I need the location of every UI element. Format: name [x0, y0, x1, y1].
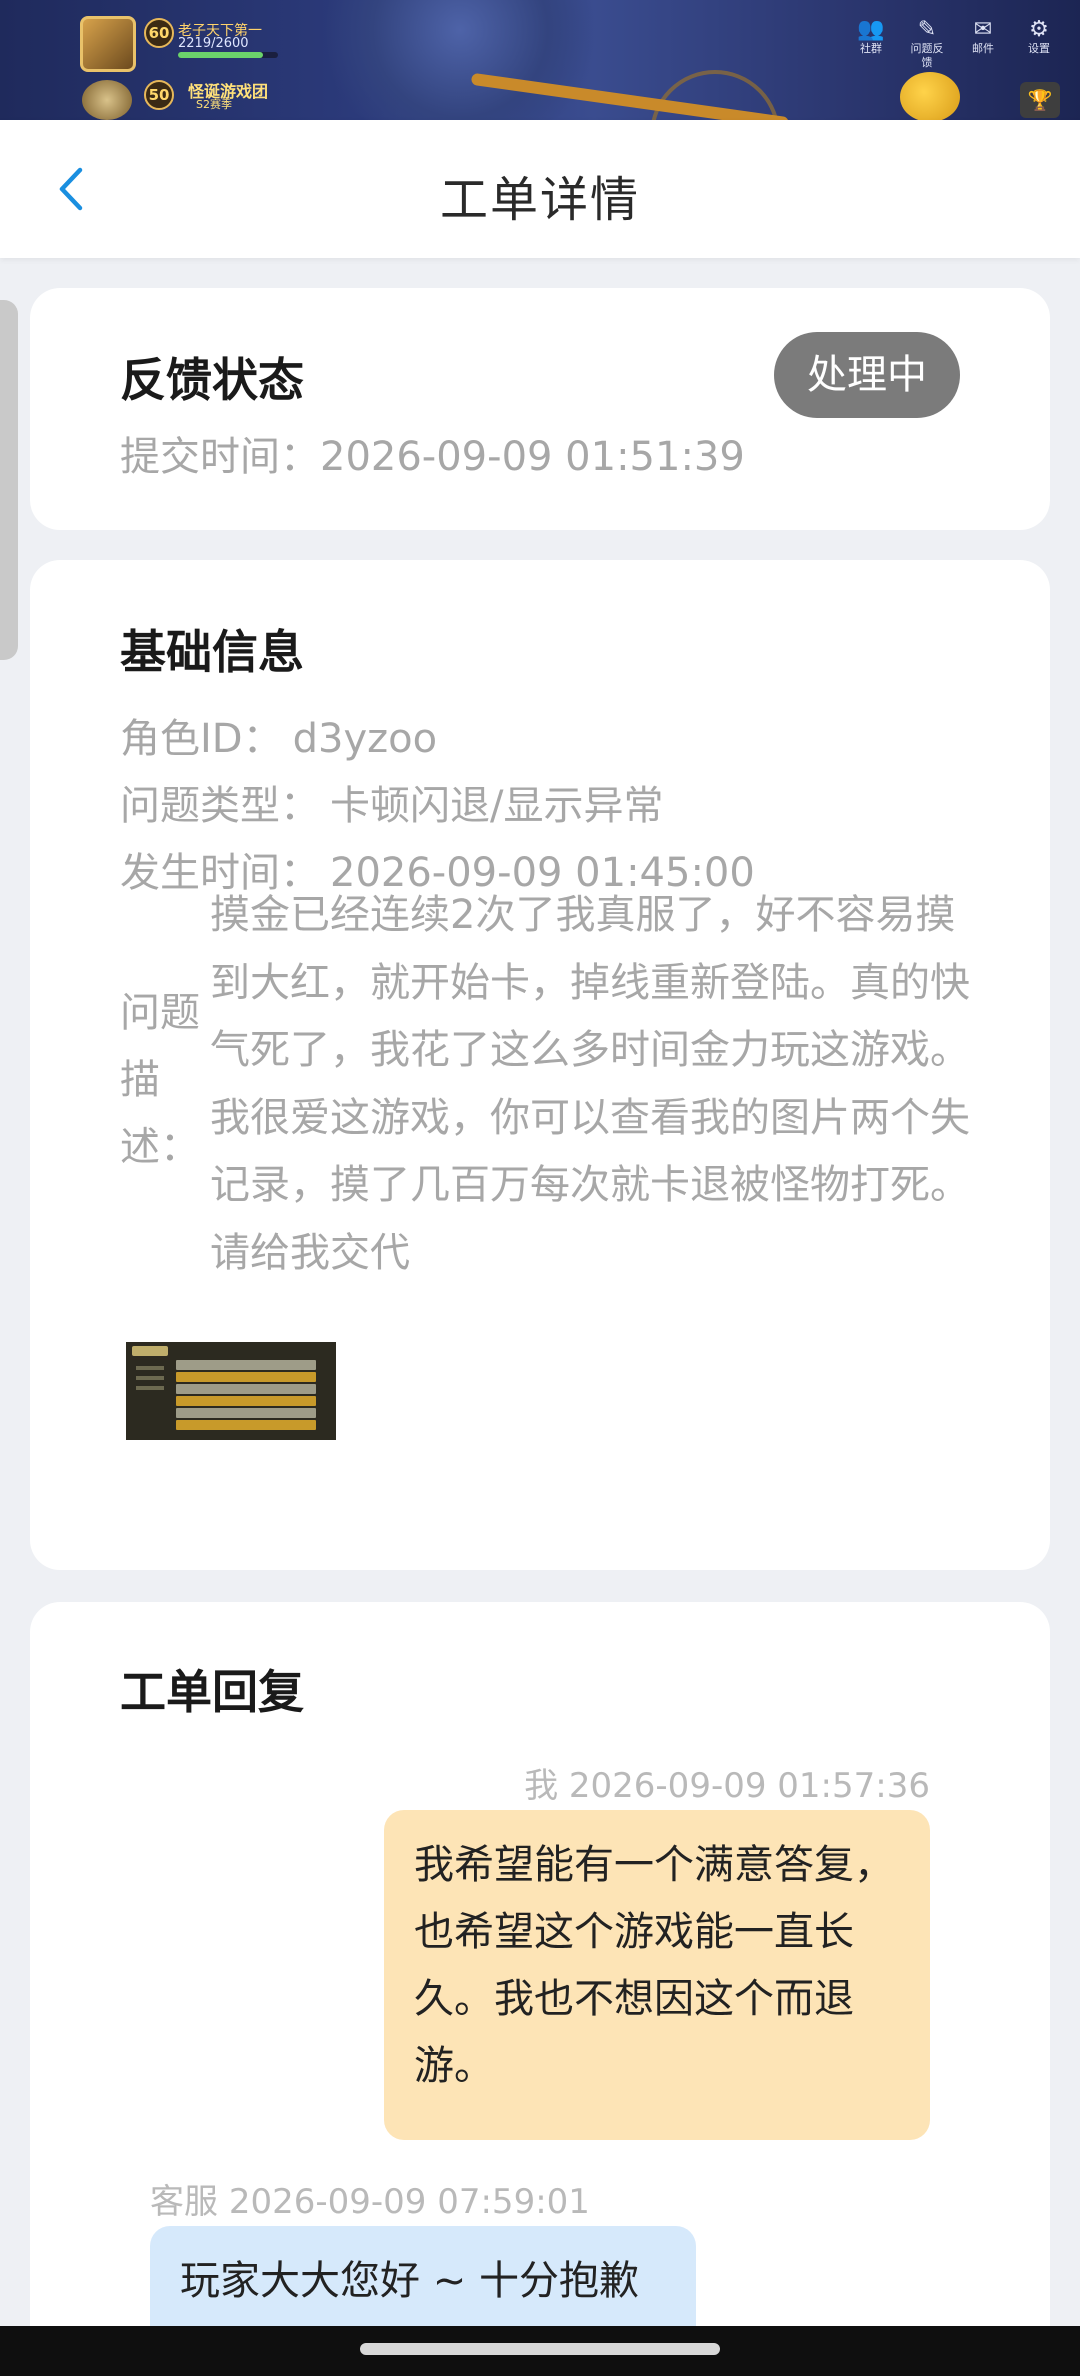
settings-icon: ⚙ — [1029, 17, 1049, 42]
settings-button[interactable]: ⚙ 设置 — [1018, 18, 1060, 70]
submit-time-label: 提交时间： — [120, 434, 320, 480]
feedback-button[interactable]: ✎ 问题反馈 — [906, 18, 948, 70]
status-card-title: 反馈状态 — [120, 353, 304, 407]
home-gesture-handle[interactable] — [360, 2343, 720, 2355]
feedback-status-card: 反馈状态 处理中 提交时间：2026-09-09 01:51:39 — [30, 288, 1050, 530]
issue-type-label: 问题类型： — [120, 783, 320, 829]
support-reply-meta: 客服 2026-09-09 07:59:01 — [150, 2174, 590, 2223]
rank-emblem[interactable] — [82, 80, 132, 120]
user-reply-sender: 我 — [524, 1766, 559, 1806]
community-button[interactable]: 👥 社群 — [850, 18, 892, 70]
rank-level-badge: 50 — [144, 80, 174, 110]
trophy-icon: 🏆 — [1027, 88, 1053, 112]
mail-button[interactable]: ✉ 邮件 — [962, 18, 1004, 70]
user-message-bubble: 我希望能有一个满意答复，也希望这个游戏能一直长久。我也不想因这个而退游。 — [384, 1810, 930, 2140]
player-level-badge: 60 — [144, 18, 174, 48]
reply-card-title: 工单回复 — [120, 1665, 304, 1719]
basic-info-card: 基础信息 角色ID： d3yzoo 问题类型： 卡顿闪退/显示异常 发生时间： 202… — [30, 560, 1050, 1570]
ticket-reply-card: 工单回复 我 2026-09-09 01:57:36 我希望能有一个满意答复，也… — [30, 1602, 1050, 2376]
settings-label: 设置 — [1028, 42, 1050, 55]
info-card-title: 基础信息 — [120, 625, 304, 679]
feedback-icon: ✎ — [917, 17, 937, 42]
game-top-icons: 👥 社群 ✎ 问题反馈 ✉ 邮件 ⚙ 设置 — [850, 18, 1060, 70]
mail-label: 邮件 — [972, 42, 994, 55]
banner-swirl — [300, 0, 620, 120]
mail-icon: ✉ — [973, 17, 993, 42]
community-icon: 👥 — [857, 17, 885, 42]
support-reply-time: 2026-09-09 07:59:01 — [228, 2182, 590, 2222]
trophy-button[interactable]: 🏆 — [1020, 82, 1060, 118]
issue-type-value: 卡顿闪退/显示异常 — [330, 783, 664, 829]
status-badge: 处理中 — [774, 332, 960, 418]
duck-mascot — [900, 72, 960, 120]
role-id-label: 角色ID： — [120, 716, 283, 762]
page-header: 工单详情 — [0, 120, 1080, 258]
side-drawer-handle[interactable] — [0, 300, 18, 660]
description-text: 摸金已经连续2次了我真服了，好不容易摸到大红，就开始卡，掉线重新登陆。真的快气死… — [210, 892, 970, 1276]
attachment-thumbnail[interactable] — [126, 1342, 336, 1440]
issue-type-row: 问题类型： 卡顿闪退/显示异常 — [120, 773, 663, 831]
submit-time-row: 提交时间：2026-09-09 01:51:39 — [120, 424, 745, 482]
feedback-label: 问题反馈 — [910, 42, 944, 69]
player-exp: 2219/2600 — [178, 36, 249, 51]
game-banner: 60 50 老子天下第一 2219/2600 怪诞游戏团 S2赛季 👥 社群 ✎… — [0, 0, 1080, 120]
community-label: 社群 — [860, 42, 882, 55]
page-title: 工单详情 — [439, 172, 640, 228]
support-reply-sender: 客服 — [150, 2182, 218, 2222]
exp-progress-bar — [178, 52, 278, 58]
description-label: 问题描述： — [120, 990, 200, 1170]
user-reply-time: 2026-09-09 01:57:36 — [568, 1766, 930, 1806]
submit-time-value: 2026-09-09 01:51:39 — [320, 434, 745, 480]
role-id-row: 角色ID： d3yzoo — [120, 706, 437, 764]
role-id-value: d3yzoo — [292, 716, 438, 762]
event-subtitle: S2赛季 — [196, 98, 232, 111]
user-reply-meta: 我 2026-09-09 01:57:36 — [524, 1758, 930, 1807]
player-avatar[interactable] — [80, 16, 136, 72]
